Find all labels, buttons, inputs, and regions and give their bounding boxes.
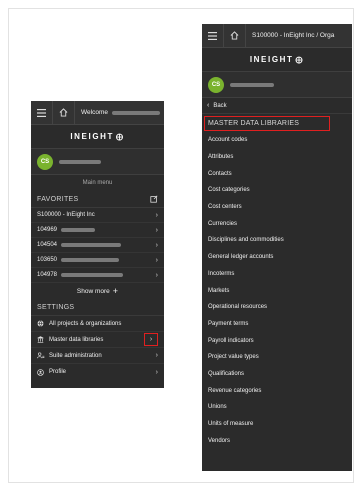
library-item-label: Project value types (208, 354, 259, 361)
library-item[interactable]: Cost categories (202, 182, 352, 199)
library-item[interactable]: Account codes (202, 132, 352, 149)
library-item-label: Operational resources (208, 304, 268, 311)
show-more-button[interactable]: Show more + (31, 283, 164, 299)
library-item[interactable]: Qualifications (202, 366, 352, 383)
back-button[interactable]: ‹ Back (202, 98, 352, 114)
library-item-label: Contacts (208, 170, 232, 177)
library-item-label: Payroll indicators (208, 337, 254, 344)
library-item-label: Cost centers (208, 204, 242, 211)
home-icon[interactable] (224, 24, 246, 47)
library-item-label: Account codes (208, 137, 248, 144)
settings-item-suite-admin[interactable]: Suite administration › (31, 348, 164, 364)
favorites-header: FAVORITES (31, 191, 164, 208)
ineight-logo: INEIGHT ⨁ (31, 125, 164, 149)
settings-item-master-data[interactable]: Master data libraries › (31, 332, 164, 348)
favorite-item[interactable]: 103650 › (31, 253, 164, 268)
user-name-blurred (230, 82, 274, 87)
library-item[interactable]: Attributes (202, 149, 352, 166)
library-item-label: Revenue categories (208, 387, 262, 394)
settings-item-all-projects[interactable]: All projects & organizations (31, 316, 164, 332)
chevron-right-icon[interactable]: › (144, 333, 158, 346)
show-more-label: Show more (76, 287, 110, 295)
library-item[interactable]: Incoterms (202, 266, 352, 283)
back-label: Back (213, 102, 227, 109)
master-data-list: Account codes Attributes Contacts Cost cate… (202, 132, 352, 449)
chevron-right-icon: › (155, 241, 158, 249)
settings-header: SETTINGS (31, 299, 164, 316)
main-menu-label: Main menu (82, 180, 113, 186)
user-name-blurred (59, 159, 101, 164)
chevron-right-icon: › (155, 211, 158, 219)
settings-item-profile[interactable]: Profile › (31, 364, 164, 380)
library-item-label: Attributes (208, 154, 234, 161)
library-item-label: General ledger accounts (208, 254, 274, 261)
library-item-label: Qualifications (208, 370, 245, 377)
library-item[interactable]: Units of measure (202, 416, 352, 433)
library-item[interactable]: Currencies (202, 215, 352, 232)
library-item-label: Units of measure (208, 421, 254, 428)
settings-item-label: Profile (49, 369, 67, 375)
user-name-blurred (111, 110, 160, 115)
library-item[interactable]: Project value types (202, 349, 352, 366)
avatar: CS (37, 153, 53, 170)
hamburger-icon[interactable] (202, 24, 224, 47)
library-item[interactable]: Vendors (202, 432, 352, 449)
library-item[interactable]: Disciplines and commodities (202, 232, 352, 249)
library-item[interactable]: Revenue categories (202, 382, 352, 399)
user-profile-row[interactable]: CS (202, 72, 352, 98)
left-navigation-panel: Welcome INEIGHT ⨁ CS Main menu FAVORITES … (31, 101, 164, 388)
library-item-label: Currencies (208, 220, 238, 227)
welcome-text: Welcome (81, 109, 108, 116)
library-item[interactable]: Unions (202, 399, 352, 416)
library-item-label: Unions (208, 404, 227, 411)
library-item[interactable]: Payment terms (202, 316, 352, 333)
ineight-logo: INEIGHT ⨁ (202, 48, 352, 72)
breadcrumb[interactable]: S100000 - InEight Inc / Orga (246, 32, 334, 39)
globe-icon (37, 320, 44, 327)
favorite-item[interactable]: S100000 - InEight Inc › (31, 208, 164, 223)
library-icon (37, 336, 44, 343)
settings-item-label: Master data libraries (49, 336, 104, 343)
library-item-label: Vendors (208, 437, 231, 444)
section-title: MASTER DATA LIBRARIES (204, 116, 330, 131)
library-item-label: Incoterms (208, 270, 235, 277)
favorite-item[interactable]: 104504 › (31, 238, 164, 253)
library-item[interactable]: Cost centers (202, 199, 352, 216)
hamburger-icon[interactable] (31, 101, 53, 124)
library-item-label: Disciplines and commodities (208, 237, 284, 244)
chevron-right-icon: › (155, 226, 158, 234)
settings-item-label: All projects & organizations (49, 320, 122, 327)
left-topbar: Welcome (31, 101, 164, 125)
library-item-label: Payment terms (208, 320, 249, 327)
library-item[interactable]: Contacts (202, 165, 352, 182)
chevron-right-icon: › (155, 368, 158, 376)
chevron-right-icon: › (155, 256, 158, 264)
users-icon (37, 352, 45, 359)
favorite-item[interactable]: 104969 › (31, 223, 164, 238)
right-topbar: S100000 - InEight Inc / Orga (202, 24, 352, 48)
library-item-label: Markets (208, 287, 230, 294)
library-item-label: Cost categories (208, 187, 250, 194)
chevron-right-icon: › (155, 271, 158, 279)
favorite-item[interactable]: 104978 › (31, 268, 164, 283)
chevron-left-icon: ‹ (207, 102, 210, 109)
library-item[interactable]: Operational resources (202, 299, 352, 316)
right-navigation-panel: S100000 - InEight Inc / Orga INEIGHT ⨁ CS… (202, 24, 352, 471)
library-item[interactable]: General ledger accounts (202, 249, 352, 266)
plus-icon: + (112, 286, 119, 296)
chevron-right-icon: › (155, 352, 158, 359)
profile-icon (37, 368, 44, 376)
settings-item-label: Suite administration (49, 352, 102, 359)
library-item[interactable]: Payroll indicators (202, 332, 352, 349)
avatar: CS (208, 76, 224, 93)
home-icon[interactable] (53, 101, 75, 124)
edit-icon[interactable] (150, 195, 158, 203)
user-profile-row[interactable]: CS (31, 149, 164, 175)
library-item[interactable]: Markets (202, 282, 352, 299)
